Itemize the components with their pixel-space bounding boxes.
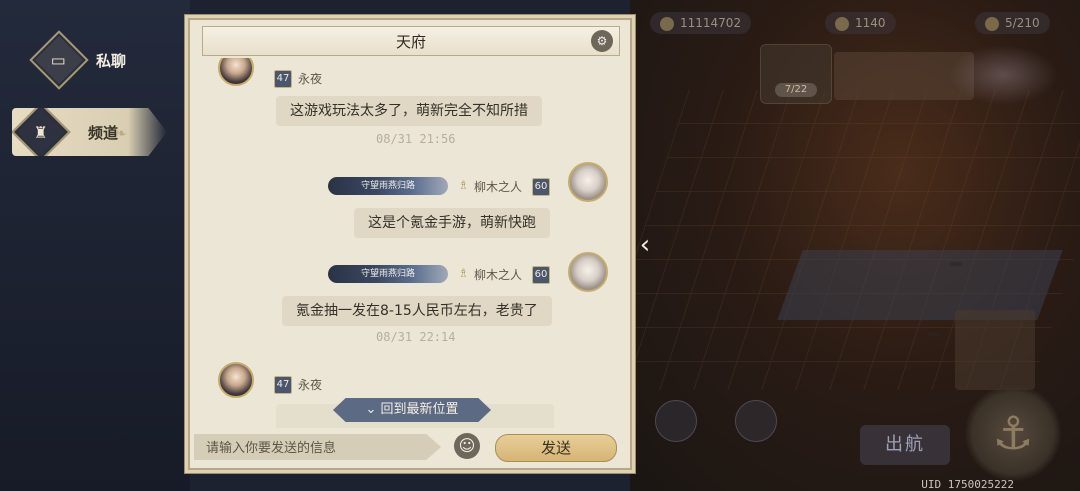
title-pin-icon: ♗ [458, 266, 469, 280]
map-label-1[interactable] [950, 262, 962, 266]
avatar[interactable] [568, 162, 608, 202]
jump-to-latest-button[interactable]: ⌄ 回到最新位置 [333, 398, 491, 422]
anchor-icon[interactable]: ⚓ [965, 385, 1061, 481]
sender-name: 永夜 [298, 378, 323, 392]
timestamp: 08/31 22:14 [376, 330, 456, 344]
level-badge: 47 [274, 376, 292, 394]
channel-title-bar: 天府 ⚙ [202, 26, 620, 56]
resource-counter-2[interactable]: 1140 [825, 12, 896, 34]
tab-channel-label: 频道 [88, 123, 119, 142]
ship-portrait[interactable] [948, 45, 1058, 105]
message-bubble: 这游戏玩法太多了，萌新完全不知所措 [276, 96, 542, 126]
avatar[interactable] [218, 362, 254, 398]
sail-button[interactable]: 出航 [860, 425, 950, 465]
collapse-arrow-icon[interactable]: ‹ [632, 228, 658, 262]
title-pin-icon: ♗ [458, 178, 469, 192]
tab-channel[interactable]: ♜ 频道 [12, 108, 167, 156]
level-badge: 60 [532, 266, 550, 284]
sender-name: 柳木之人 [474, 180, 523, 194]
message-input-box[interactable] [194, 434, 441, 460]
chat-panel: 天府 ⚙ 47 永夜 这游戏玩法太多了，萌新完全不知所措 08/31 21:56… [188, 18, 632, 470]
message-bubble: 这是个氪金手游，萌新快跑 [354, 208, 550, 238]
title-badge: 守望雨燕归路 [328, 177, 448, 195]
title-badge: 守望雨燕归路 [328, 265, 448, 283]
gem-icon [835, 16, 849, 31]
resource-counter-1[interactable]: 11114702 [650, 12, 752, 34]
uid-label: UID 1750025222 [921, 478, 1014, 491]
avatar[interactable] [568, 252, 608, 292]
event-box[interactable]: 7/22 [760, 44, 832, 104]
level-badge: 47 [274, 70, 292, 88]
tab-ornament-icon: ❧ [115, 126, 127, 142]
chat-bubble-icon: ▭ [29, 30, 89, 90]
resource-counter-3[interactable]: 5/210 [975, 12, 1050, 34]
sender-name: 柳木之人 [474, 268, 523, 282]
bottom-icon-1[interactable] [650, 400, 702, 470]
tab-private-chat[interactable]: ▭ 私聊 [29, 30, 127, 90]
channel-title: 天府 [395, 32, 426, 51]
stamina-icon [985, 16, 999, 31]
scene-house [955, 310, 1035, 390]
bottom-icon-2[interactable] [730, 400, 782, 470]
message-bubble: 氪金抽一发在8-15人民币左右，老贵了 [282, 296, 552, 326]
message-list[interactable]: 47 永夜 这游戏玩法太多了，萌新完全不知所措 08/31 21:56 60 柳… [190, 58, 630, 428]
tab-private-chat-label: 私聊 [96, 51, 127, 70]
timestamp: 08/31 21:56 [376, 132, 456, 146]
send-button[interactable]: 发送 [495, 434, 617, 462]
settings-icon[interactable]: ⚙ [591, 30, 613, 52]
message-input[interactable] [194, 434, 428, 460]
double-chevron-down-icon: ⌄ [365, 402, 377, 417]
avatar[interactable] [218, 58, 254, 86]
sender-name: 永夜 [298, 72, 323, 86]
coin-icon [660, 16, 674, 31]
level-badge: 60 [532, 178, 550, 196]
map-label-2[interactable] [928, 332, 940, 336]
chess-rook-icon: ♜ [12, 108, 71, 156]
emoji-icon[interactable]: ☺ [454, 433, 480, 459]
